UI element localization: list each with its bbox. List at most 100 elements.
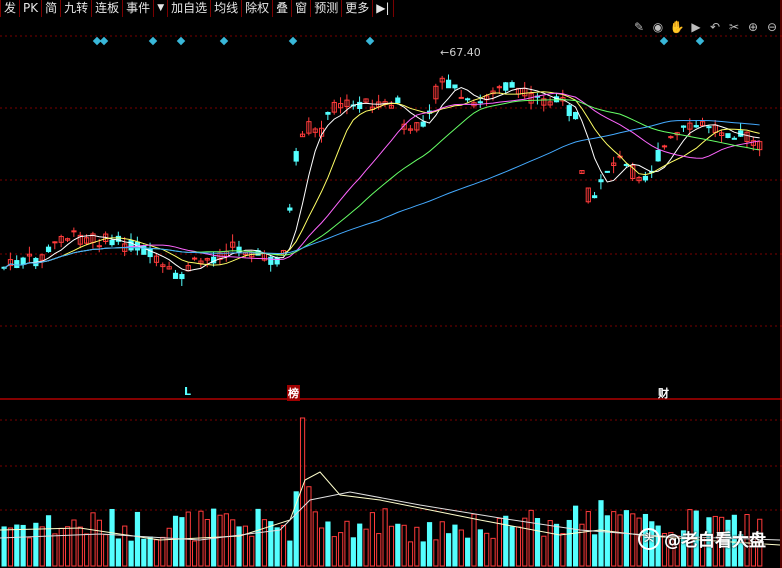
candle-body: [268, 256, 274, 265]
volume-bar: [630, 513, 636, 567]
marker-l[interactable]: L: [184, 385, 191, 398]
volume-bar: [90, 512, 96, 567]
kline-chart[interactable]: [0, 0, 782, 568]
candle-body: [680, 125, 687, 128]
candle-body: [172, 272, 179, 279]
volume-bar: [274, 527, 280, 567]
candle-body: [655, 149, 661, 162]
candle-body: [395, 97, 401, 104]
volume-bar: [141, 538, 147, 567]
candle-body: [14, 260, 20, 269]
volume-bar: [153, 539, 160, 567]
volume-bar: [122, 525, 128, 567]
volume-bar: [198, 510, 204, 567]
volume-bar: [1, 526, 7, 567]
volume-bar: [84, 533, 90, 567]
candle-body: [693, 125, 699, 128]
volume-bar: [204, 518, 210, 567]
volume-bar: [509, 526, 515, 567]
candle-body: [45, 246, 52, 253]
volume-bar: [382, 508, 388, 567]
volume-bar: [230, 519, 236, 567]
volume-bar: [268, 521, 274, 567]
volume-bar: [407, 541, 414, 567]
watermark-text: @老白看大盘: [664, 531, 766, 551]
volume-bar: [45, 515, 52, 567]
candle-body: [274, 257, 280, 265]
volume-bar: [331, 536, 337, 567]
candle-body: [566, 105, 572, 117]
volume-bar: [477, 529, 483, 567]
volume-bar: [420, 541, 426, 567]
candle-body: [52, 241, 58, 244]
volume-bar: [147, 536, 153, 567]
volume-bar: [325, 521, 331, 567]
volume-bar: [58, 527, 64, 567]
marker-bang[interactable]: 榜: [287, 385, 300, 401]
watermark: 头 @老白看大盘: [638, 526, 766, 551]
volume-bar: [496, 517, 502, 567]
event-marker-icon: [659, 36, 669, 46]
volume-bar: [598, 500, 604, 567]
candle-body: [661, 145, 668, 148]
candle-body: [477, 101, 483, 104]
volume-bar: [401, 524, 407, 567]
volume-bar: [217, 514, 223, 567]
candle-body: [179, 274, 185, 280]
candle-body: [325, 112, 331, 115]
candle-body: [293, 151, 299, 162]
volume-bar: [7, 527, 14, 567]
volume-bar: [426, 522, 433, 567]
volume-bar: [109, 508, 115, 567]
candle-body: [642, 175, 649, 181]
volume-bar: [338, 532, 344, 567]
volume-bar: [528, 509, 534, 567]
volume-bar: [128, 540, 134, 567]
candle-body: [446, 79, 452, 89]
volume-bar: [287, 540, 293, 567]
marker-cai[interactable]: 财: [658, 385, 669, 401]
volume-bar: [484, 532, 490, 567]
volume-bar: [52, 533, 58, 567]
volume-bar: [465, 537, 471, 567]
candle-body: [465, 98, 471, 101]
volume-bar: [522, 517, 528, 567]
volume-bar: [306, 486, 312, 567]
candle-body: [96, 245, 102, 248]
volume-bar: [299, 417, 306, 567]
candle-body: [604, 170, 610, 173]
volume-bar: [14, 524, 20, 567]
volume-bar: [357, 523, 363, 567]
volume-bar: [242, 525, 249, 567]
volume-bar: [192, 540, 198, 567]
candle-body: [287, 207, 293, 211]
ma20-line: [3, 92, 760, 269]
volume-bar: [439, 521, 445, 567]
volume-bar: [458, 529, 464, 567]
candle-body: [598, 179, 604, 183]
candle-body: [731, 137, 737, 140]
candle-body: [452, 84, 458, 89]
volume-bar: [395, 523, 401, 567]
volume-bar: [39, 526, 45, 567]
volume-bar: [103, 534, 109, 567]
volume-bar: [261, 519, 268, 567]
volume-bar: [433, 539, 439, 567]
volume-bar: [312, 511, 318, 567]
volume-bar: [617, 514, 623, 567]
volume-bar: [592, 534, 598, 567]
volume-bar: [452, 524, 458, 567]
volume-bar: [236, 526, 242, 567]
high-price-flag: ←67.40: [440, 46, 481, 59]
volume-bar: [26, 537, 33, 567]
candle-body: [192, 257, 198, 260]
event-marker-icon: [99, 36, 109, 46]
volume-bar: [344, 520, 350, 567]
candle-body: [109, 239, 115, 246]
volume-bar: [115, 538, 122, 567]
volume-bar: [553, 523, 560, 567]
candle-body: [20, 257, 26, 265]
volume-bar: [71, 519, 77, 567]
ma30-line: [3, 99, 760, 269]
volume-bar: [566, 519, 572, 567]
